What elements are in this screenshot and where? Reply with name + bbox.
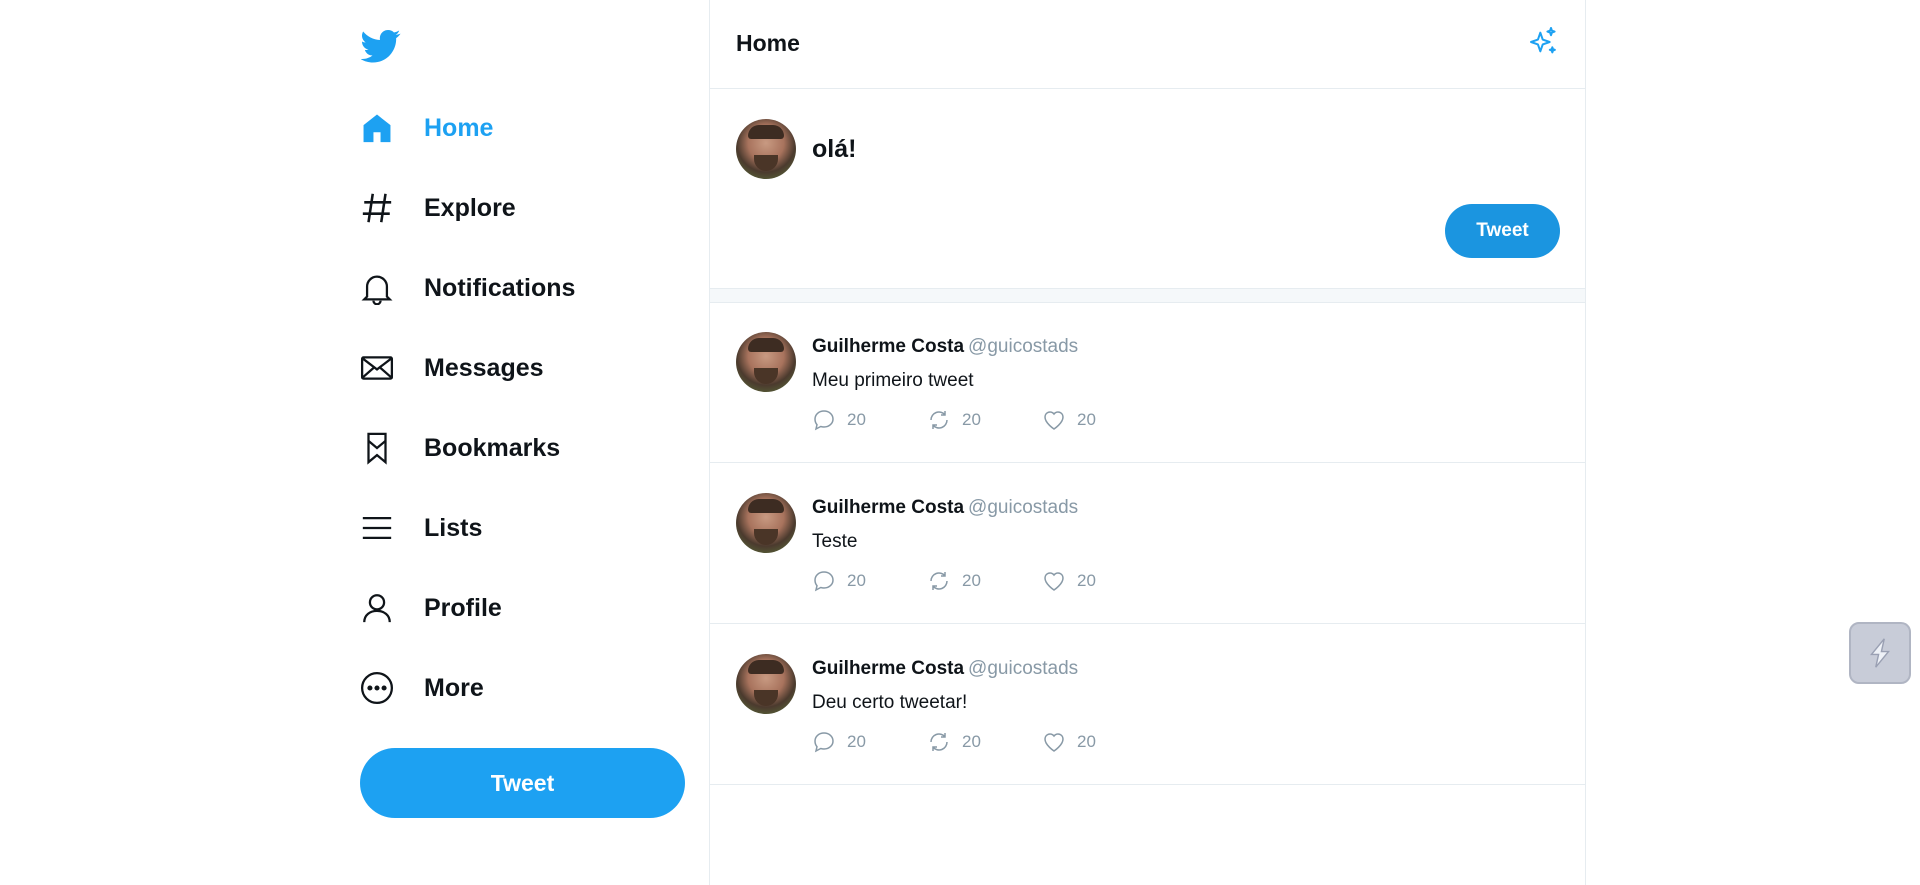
sidebar-item-messages[interactable]: Messages bbox=[360, 343, 544, 393]
retweet-count: 20 bbox=[962, 410, 981, 429]
author-handle[interactable]: @guicostads bbox=[968, 658, 1078, 679]
tweet[interactable]: Guilherme Costa @guicostads Deu certo twe… bbox=[710, 624, 1585, 785]
retweet-count: 20 bbox=[962, 732, 981, 751]
sidebar-item-profile[interactable]: Profile bbox=[360, 583, 502, 633]
tweet-text: Meu primeiro tweet bbox=[812, 370, 974, 391]
sidebar-item-label: More bbox=[424, 673, 484, 702]
reply-button[interactable]: 20 bbox=[812, 408, 927, 432]
author-handle[interactable]: @guicostads bbox=[968, 497, 1078, 518]
tweet-meta: Guilherme Costa @guicostads bbox=[812, 497, 1078, 519]
reply-icon bbox=[814, 571, 834, 592]
retweet-button[interactable]: 20 bbox=[927, 730, 1042, 754]
retweet-count: 20 bbox=[962, 571, 981, 590]
bookmark-icon bbox=[360, 431, 394, 465]
reply-button[interactable]: 20 bbox=[812, 730, 927, 754]
sparkle-icon[interactable] bbox=[1527, 26, 1559, 58]
extension-lightning-icon[interactable] bbox=[1849, 622, 1911, 684]
sidebar-item-more[interactable]: More bbox=[360, 663, 484, 713]
author-handle[interactable]: @guicostads bbox=[968, 336, 1078, 357]
sidebar-item-label: Messages bbox=[424, 353, 544, 382]
reply-count: 20 bbox=[847, 571, 866, 590]
author-name[interactable]: Guilherme Costa bbox=[812, 497, 964, 518]
tweet-actions: 20 20 20 bbox=[812, 730, 1157, 754]
sidebar-item-label: Notifications bbox=[424, 273, 576, 302]
like-button[interactable]: 20 bbox=[1042, 408, 1157, 432]
bell-icon bbox=[360, 271, 394, 305]
tweet-composer bbox=[710, 89, 1585, 289]
compose-tweet-button[interactable]: Tweet bbox=[1445, 204, 1560, 258]
list-icon bbox=[360, 511, 394, 545]
sidebar-item-label: Lists bbox=[424, 513, 483, 542]
tweet-text: Teste bbox=[812, 531, 858, 552]
avatar[interactable] bbox=[736, 654, 796, 714]
retweet-icon bbox=[930, 572, 948, 590]
sidebar-item-notifications[interactable]: Notifications bbox=[360, 263, 575, 313]
sidebar-item-label: Explore bbox=[424, 193, 516, 222]
tweet-meta: Guilherme Costa @guicostads bbox=[812, 658, 1078, 680]
reply-count: 20 bbox=[847, 410, 866, 429]
user-icon bbox=[360, 591, 394, 625]
sidebar: Home Explore Notifications Messages Book… bbox=[360, 0, 710, 885]
like-count: 20 bbox=[1077, 571, 1096, 590]
like-count: 20 bbox=[1077, 732, 1096, 751]
home-icon bbox=[360, 111, 394, 145]
sidebar-item-label: Profile bbox=[424, 593, 502, 622]
heart-icon bbox=[1044, 733, 1064, 752]
reply-icon bbox=[814, 410, 834, 431]
twitter-bird-icon[interactable] bbox=[360, 26, 401, 66]
avatar bbox=[736, 119, 796, 179]
retweet-icon bbox=[930, 733, 948, 751]
envelope-icon bbox=[360, 351, 394, 385]
like-button[interactable]: 20 bbox=[1042, 569, 1157, 593]
tweet-actions: 20 20 20 bbox=[812, 408, 1157, 432]
page-header: Home bbox=[710, 0, 1585, 89]
like-count: 20 bbox=[1077, 410, 1096, 429]
avatar[interactable] bbox=[736, 493, 796, 553]
tweet-meta: Guilherme Costa @guicostads bbox=[812, 336, 1078, 358]
like-button[interactable]: 20 bbox=[1042, 730, 1157, 754]
avatar[interactable] bbox=[736, 332, 796, 392]
main-column: Home Tweet Guilherme Costa@guicostads Me… bbox=[709, 0, 1586, 885]
retweet-button[interactable]: 20 bbox=[927, 569, 1042, 593]
reply-button[interactable]: 20 bbox=[812, 569, 927, 593]
author-name[interactable]: Guilherme Costa bbox=[812, 336, 964, 357]
retweet-button[interactable]: 20 bbox=[927, 408, 1042, 432]
tweet[interactable]: Guilherme Costa @guicostads Teste 20 20 2… bbox=[710, 463, 1585, 624]
section-divider bbox=[710, 288, 1585, 303]
more-circle-icon bbox=[360, 671, 394, 705]
page-title: Home bbox=[736, 30, 800, 56]
heart-icon bbox=[1044, 411, 1064, 430]
tweet-text: Deu certo tweetar! bbox=[812, 692, 968, 713]
sidebar-item-bookmarks[interactable]: Bookmarks bbox=[360, 423, 560, 473]
sidebar-item-explore[interactable]: Explore bbox=[360, 183, 516, 233]
author-name[interactable]: Guilherme Costa bbox=[812, 658, 964, 679]
reply-count: 20 bbox=[847, 732, 866, 751]
heart-icon bbox=[1044, 572, 1064, 591]
sidebar-item-label: Bookmarks bbox=[424, 433, 561, 462]
tweet-feed: Guilherme Costa @guicostads Meu primeiro … bbox=[710, 302, 1585, 785]
retweet-icon bbox=[930, 411, 948, 429]
sidebar-item-label: Home bbox=[424, 113, 494, 142]
tweet[interactable]: Guilherme Costa @guicostads Meu primeiro … bbox=[710, 302, 1585, 463]
sidebar-item-home[interactable]: Home bbox=[360, 103, 493, 153]
hashtag-icon bbox=[360, 191, 394, 225]
reply-icon bbox=[814, 732, 834, 753]
sidebar-tweet-button[interactable]: Tweet bbox=[360, 748, 685, 818]
compose-input[interactable] bbox=[812, 132, 1542, 166]
sidebar-item-lists[interactable]: Lists bbox=[360, 503, 482, 553]
tweet-actions: 20 20 20 bbox=[812, 569, 1157, 593]
